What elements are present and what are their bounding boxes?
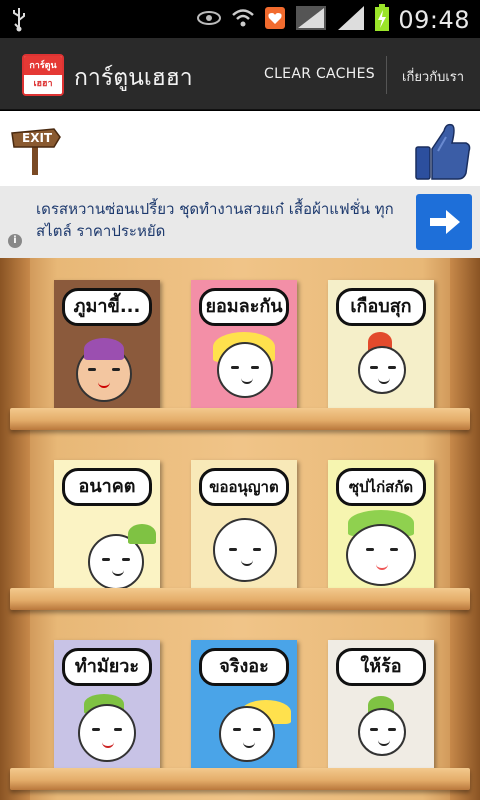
comic-title: อนาคต [62, 468, 152, 506]
comic-book[interactable]: ยอมละกัน [191, 280, 297, 410]
comic-title: ซุปไก่สกัด [336, 468, 426, 506]
mouth [112, 570, 124, 576]
battery-charging-icon [374, 4, 390, 36]
ad-open-button[interactable] [416, 194, 472, 250]
comic-title: ขออนุญาต [199, 468, 289, 506]
eye [229, 548, 237, 551]
eye [231, 366, 239, 369]
character-face [219, 706, 275, 762]
shelf-side-left [0, 258, 30, 800]
comic-title: ยอมละกัน [199, 288, 289, 326]
comic-title: ภูมาขี้... [62, 288, 152, 326]
character-face [78, 704, 136, 762]
character-face [346, 524, 416, 586]
app-title: การ์ตูนเฮฮา [74, 65, 193, 91]
mouth [102, 742, 114, 748]
top-toolbar: EXIT [0, 111, 480, 186]
shelf-plank [10, 408, 470, 430]
character-hair [128, 524, 156, 544]
eye [388, 366, 396, 369]
character-face [217, 342, 273, 398]
heart-notification-icon [264, 6, 286, 34]
mouth [376, 564, 388, 570]
ad-text[interactable]: เดรสหวานซ่อนเปรี้ยว ชุดทำงานสวยเก๋ เสื้อ… [36, 198, 414, 242]
mouth [98, 382, 110, 388]
comic-book[interactable]: ให้ร้อ [328, 640, 434, 770]
comic-book[interactable]: เกือบสุก [328, 280, 434, 410]
signal-icon [336, 4, 366, 36]
clock: 09:48 [398, 6, 470, 34]
comic-title: ให้ร้อ [336, 648, 426, 686]
eye [88, 368, 96, 371]
eye [390, 548, 398, 551]
eye [370, 728, 378, 731]
bookshelf: ภูมาขี้... ยอมละกัน เกือบสุก อนาคต ขออนุ… [0, 258, 480, 800]
eye [388, 728, 396, 731]
status-icons: 09:48 [196, 4, 470, 36]
action-bar: การ์ตูน เฮฮา การ์ตูนเฮฮา CLEAR CACHES เก… [0, 38, 480, 110]
app-logo-bottom: เฮฮา [24, 75, 62, 94]
character-hair [84, 338, 124, 360]
mouth [243, 742, 255, 748]
app-logo-top: การ์ตูน [24, 56, 62, 75]
mouth [378, 378, 390, 384]
eye [233, 728, 241, 731]
shelf-plank [10, 588, 470, 610]
eye [114, 728, 122, 731]
eye [370, 366, 378, 369]
about-button[interactable]: เกี่ยวกับเรา [402, 66, 464, 87]
eye [251, 366, 259, 369]
eye-icon [196, 8, 222, 32]
ad-info-icon[interactable]: i [8, 234, 22, 248]
usb-icon [10, 6, 28, 36]
eye [122, 558, 130, 561]
eye [253, 548, 261, 551]
eye [253, 728, 261, 731]
shelf-side-right [450, 258, 480, 800]
comic-book[interactable]: ภูมาขี้... [54, 280, 160, 410]
mouth [241, 560, 253, 566]
character-face [358, 708, 406, 756]
character-face [213, 518, 277, 582]
thumbs-up-icon [415, 123, 471, 180]
mouth [378, 740, 390, 746]
eye [92, 728, 100, 731]
comic-title: จริงอะ [199, 648, 289, 686]
app-logo[interactable]: การ์ตูน เฮฮา [22, 54, 64, 96]
app-screen: 09:48 การ์ตูน เฮฮา การ์ตูนเฮฮา CLEAR CAC… [0, 0, 480, 800]
clear-caches-button[interactable]: CLEAR CACHES [264, 66, 375, 82]
character-face [358, 346, 406, 394]
arrow-right-icon [430, 210, 460, 234]
comic-title: เกือบสุก [336, 288, 426, 326]
mouth [241, 378, 253, 384]
status-bar: 09:48 [0, 0, 480, 38]
signal-icon [294, 4, 328, 36]
eye [366, 548, 374, 551]
action-divider [386, 56, 387, 94]
facebook-like-button[interactable] [414, 121, 472, 181]
comic-book[interactable]: จริงอะ [191, 640, 297, 770]
ad-banner[interactable]: เดรสหวานซ่อนเปรี้ยว ชุดทำงานสวยเก๋ เสื้อ… [0, 186, 480, 258]
eye [112, 368, 120, 371]
comic-book[interactable]: อนาคต [54, 460, 160, 590]
exit-label: EXIT [22, 131, 53, 145]
shelf-plank [10, 768, 470, 790]
wifi-icon [230, 6, 256, 34]
comic-title: ทำมัยวะ [62, 648, 152, 686]
comic-book[interactable]: ซุปไก่สกัด [328, 460, 434, 590]
comic-book[interactable]: ทำมัยวะ [54, 640, 160, 770]
eye [102, 558, 110, 561]
exit-button[interactable]: EXIT [10, 125, 62, 175]
comic-book[interactable]: ขออนุญาต [191, 460, 297, 590]
